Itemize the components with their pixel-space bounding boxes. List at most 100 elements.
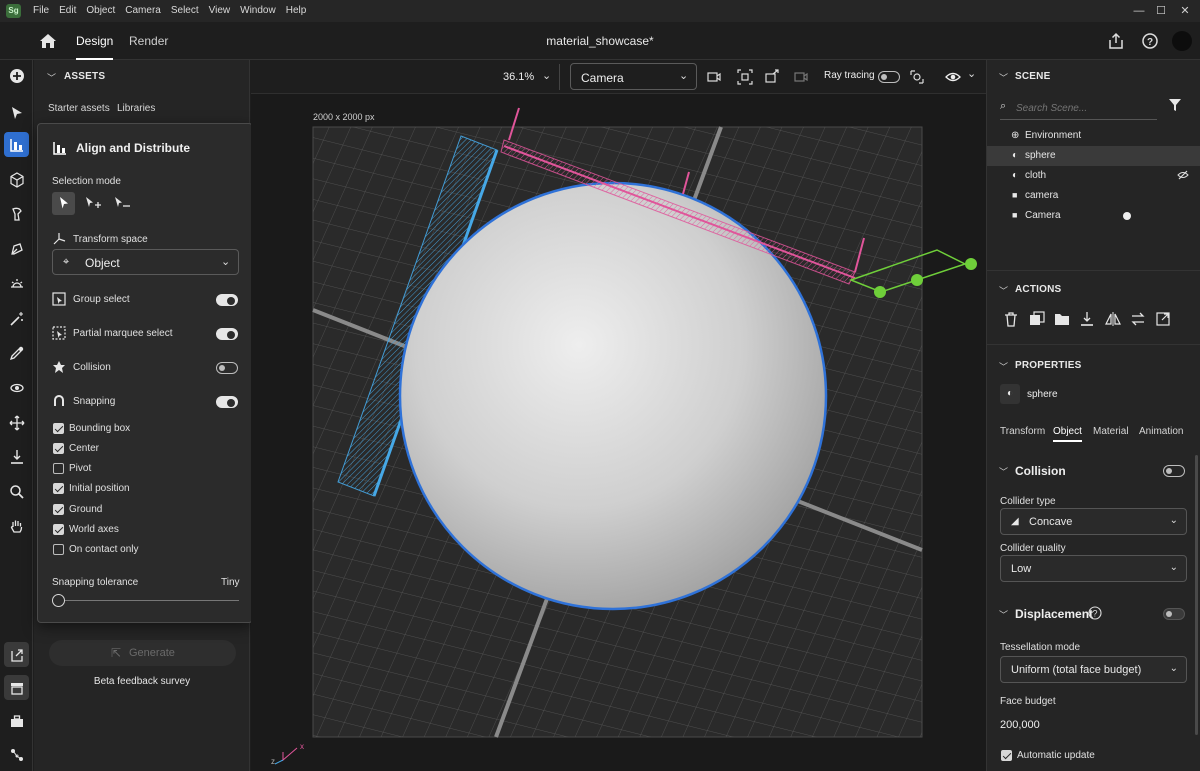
snapping-tolerance-track[interactable] — [58, 600, 239, 601]
folder-icon[interactable] — [1054, 311, 1070, 327]
orbit-icon[interactable] — [4, 375, 29, 400]
select-mode-subtract-button[interactable] — [110, 192, 133, 215]
chevron-down-icon[interactable]: ﹀ — [999, 360, 1008, 373]
menu-help[interactable]: Help — [281, 0, 312, 22]
chevron-down-icon[interactable]: ﹀ — [999, 71, 1008, 84]
toolbox-icon[interactable] — [4, 708, 29, 733]
tessellation-mode-select[interactable]: Uniform (total face budget) ⌄ — [1000, 656, 1187, 683]
camera-frame-icon[interactable] — [737, 69, 753, 85]
tab-object[interactable]: Object — [1053, 426, 1082, 442]
delete-icon[interactable] — [1003, 311, 1019, 327]
chevron-down-icon[interactable]: ﹀ — [999, 608, 1008, 621]
chevron-down-icon[interactable]: ⌄ — [967, 67, 976, 80]
scene-item-camera[interactable]: ■ camera — [987, 186, 1200, 206]
ray-tracing-toggle[interactable] — [878, 71, 900, 83]
minimize-button[interactable]: — — [1128, 0, 1150, 22]
render-settings-icon[interactable] — [909, 69, 925, 85]
camera-select[interactable]: Camera ⌄ — [570, 63, 697, 90]
mirror-icon[interactable] — [1105, 311, 1121, 327]
paint-tool-icon[interactable] — [4, 201, 29, 226]
nodes-icon[interactable] — [4, 742, 29, 767]
duplicate-icon[interactable] — [1029, 311, 1045, 327]
collision-toggle[interactable] — [216, 362, 238, 374]
align-distribute-tool-icon[interactable] — [4, 132, 29, 157]
select-tool-icon[interactable] — [4, 100, 29, 125]
menu-file[interactable]: File — [28, 0, 54, 22]
properties-scrollbar[interactable] — [1195, 455, 1198, 735]
filter-icon[interactable] — [1168, 98, 1182, 112]
world-axes-checkbox[interactable] — [53, 524, 64, 535]
menu-object[interactable]: Object — [81, 0, 120, 22]
close-button[interactable]: ✕ — [1174, 0, 1196, 22]
partial-marquee-toggle[interactable] — [216, 328, 238, 340]
generate-button[interactable]: ⇱ Generate — [49, 640, 236, 666]
add-icon[interactable] — [4, 63, 29, 88]
transform-space-select[interactable]: ⌖ Object ⌄ — [52, 249, 239, 275]
swap-icon[interactable] — [1130, 311, 1146, 327]
face-budget-value[interactable]: 200,000 — [1000, 719, 1040, 731]
light-tool-icon[interactable] — [4, 271, 29, 296]
magic-wand-icon[interactable] — [4, 306, 29, 331]
viewport-canvas[interactable]: 2000 x 2000 px x z — [251, 60, 986, 771]
zoom-select[interactable]: 36.1% ⌄ — [498, 64, 560, 90]
on-contact-only-checkbox[interactable] — [53, 544, 64, 555]
share-icon[interactable] — [1107, 32, 1125, 50]
pen-tool-icon[interactable] — [4, 236, 29, 261]
camera-disabled-icon[interactable] — [793, 69, 809, 85]
ground-checkbox[interactable] — [53, 504, 64, 515]
hand-icon[interactable] — [4, 513, 29, 538]
automatic-update-checkbox[interactable] — [1001, 750, 1012, 761]
zoom-icon[interactable] — [4, 479, 29, 504]
chevron-down-icon[interactable]: ﹀ — [47, 71, 56, 84]
tab-animation[interactable]: Animation — [1139, 426, 1183, 437]
group-select-toggle[interactable] — [216, 294, 238, 306]
avatar[interactable] — [1172, 31, 1192, 51]
collider-quality-select[interactable]: Low ⌄ — [1000, 555, 1187, 582]
menu-view[interactable]: View — [204, 0, 236, 22]
beta-feedback-link[interactable]: Beta feedback survey — [34, 676, 250, 687]
menu-edit[interactable]: Edit — [54, 0, 81, 22]
chevron-down-icon[interactable]: ﹀ — [999, 284, 1008, 297]
scene-item-cloth[interactable]: ◐ cloth — [987, 166, 1200, 186]
tab-design[interactable]: Design — [76, 22, 114, 60]
import-icon[interactable] — [4, 642, 29, 667]
initial-position-checkbox[interactable] — [53, 483, 64, 494]
chevron-down-icon[interactable]: ﹀ — [999, 465, 1008, 478]
tab-material[interactable]: Material — [1093, 426, 1129, 437]
drop-to-floor-icon[interactable] — [4, 444, 29, 469]
tab-starter-assets[interactable]: Starter assets — [48, 103, 110, 114]
menu-select[interactable]: Select — [166, 0, 204, 22]
bounding-box-checkbox[interactable] — [53, 423, 64, 434]
center-checkbox[interactable] — [53, 443, 64, 454]
tab-render[interactable]: Render — [129, 22, 168, 60]
menu-window[interactable]: Window — [235, 0, 281, 22]
cube-tool-icon[interactable] — [4, 167, 29, 192]
menu-camera[interactable]: Camera — [120, 0, 166, 22]
visibility-icon[interactable] — [945, 69, 961, 85]
snapping-toggle[interactable] — [216, 396, 238, 408]
collider-type-select[interactable]: ◢ Concave ⌄ — [1000, 508, 1187, 535]
scene-search[interactable]: ⌕ — [1000, 96, 1157, 120]
displacement-toggle[interactable] — [1163, 608, 1185, 620]
scene-item-sphere[interactable]: ◐ sphere — [987, 146, 1200, 166]
export-icon[interactable] — [1155, 311, 1171, 327]
move-icon[interactable] — [4, 410, 29, 435]
collision-toggle[interactable] — [1163, 465, 1185, 477]
help-icon[interactable]: ? — [1141, 32, 1159, 50]
maximize-button[interactable]: ☐ — [1150, 0, 1172, 22]
select-mode-add-button[interactable] — [81, 192, 104, 215]
scene-item-environment[interactable]: ⊕ Environment — [987, 126, 1200, 146]
camera-add-icon[interactable] — [706, 69, 722, 85]
archive-icon[interactable] — [4, 675, 29, 700]
tab-transform[interactable]: Transform — [1000, 426, 1045, 437]
snapping-tolerance-thumb[interactable] — [52, 594, 65, 607]
camera-export-icon[interactable] — [764, 69, 780, 85]
scene-search-input[interactable] — [1016, 100, 1154, 116]
eyedropper-icon[interactable] — [4, 340, 29, 365]
tab-libraries[interactable]: Libraries — [117, 103, 155, 114]
select-mode-replace-button[interactable] — [52, 192, 75, 215]
pivot-checkbox[interactable] — [53, 463, 64, 474]
hidden-eye-icon[interactable] — [1177, 169, 1189, 181]
drop-to-ground-icon[interactable] — [1079, 311, 1095, 327]
home-icon[interactable] — [38, 32, 58, 50]
